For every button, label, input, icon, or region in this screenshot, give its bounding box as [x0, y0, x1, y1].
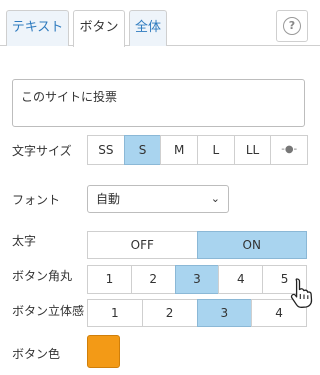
- tab-bar: テキスト ボタン 全体 ?: [0, 0, 320, 47]
- hand-cursor-icon: [290, 278, 313, 308]
- tab-button[interactable]: ボタン: [73, 10, 125, 47]
- font-size-slider-option[interactable]: -●-: [270, 135, 309, 165]
- depth-option-1[interactable]: 1: [87, 299, 143, 327]
- button-depth-label: ボタン立体感: [12, 304, 85, 318]
- font-size-label: 文字サイズ: [12, 144, 72, 158]
- button-depth-segmented: 1 2 3 4: [87, 299, 307, 327]
- font-size-option-s[interactable]: S: [123, 135, 162, 165]
- font-size-segmented: SS S M L LL -●-: [87, 135, 309, 165]
- font-size-option-l[interactable]: L: [197, 135, 235, 165]
- depth-option-2[interactable]: 2: [141, 299, 198, 327]
- font-select-value: 自動: [96, 192, 121, 206]
- button-color-label: ボタン色: [12, 347, 61, 361]
- bold-option-off[interactable]: OFF: [87, 231, 198, 259]
- corner-radius-option-4[interactable]: 4: [218, 265, 264, 294]
- depth-option-3[interactable]: 3: [196, 299, 253, 327]
- help-button[interactable]: ?: [276, 10, 308, 42]
- font-size-option-ll[interactable]: LL: [233, 135, 272, 165]
- chevron-down-icon: ⌄: [210, 192, 220, 205]
- bold-label: 太字: [12, 234, 37, 248]
- font-select[interactable]: 自動 ⌄: [87, 185, 229, 213]
- corner-radius-label: ボタン角丸: [12, 269, 73, 283]
- font-size-option-m[interactable]: M: [160, 135, 199, 165]
- tab-text[interactable]: テキスト: [6, 10, 69, 46]
- font-size-option-ss[interactable]: SS: [87, 135, 125, 165]
- button-color-swatch[interactable]: [87, 335, 120, 368]
- corner-radius-option-2[interactable]: 2: [130, 265, 176, 294]
- vote-text-input[interactable]: このサイトに投票: [12, 79, 305, 127]
- corner-radius-option-3[interactable]: 3: [174, 265, 220, 294]
- bold-option-on[interactable]: ON: [196, 231, 307, 259]
- question-circle-icon: ?: [283, 17, 301, 35]
- corner-radius-option-1[interactable]: 1: [87, 265, 132, 294]
- corner-radius-segmented: 1 2 3 4 5: [87, 265, 307, 294]
- font-label: フォント: [12, 193, 61, 207]
- bold-toggle: OFF ON: [87, 231, 307, 259]
- tab-all[interactable]: 全体: [129, 10, 167, 46]
